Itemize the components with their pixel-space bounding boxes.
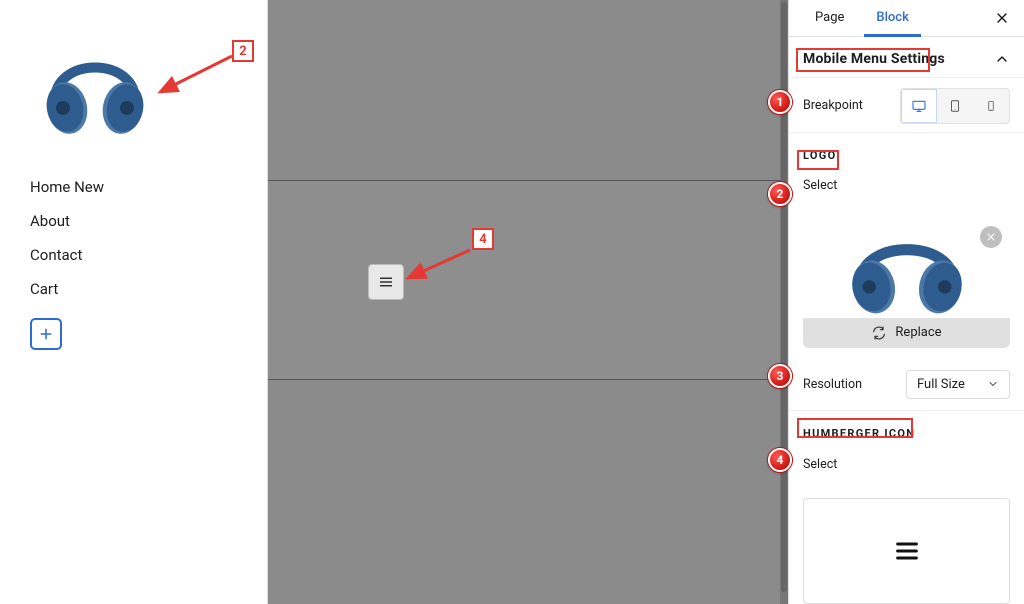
chevron-up-icon <box>994 51 1010 67</box>
close-panel-button[interactable] <box>990 6 1014 30</box>
plus-icon <box>37 325 55 343</box>
logo-preview-large <box>30 24 160 154</box>
add-block-button[interactable] <box>30 318 62 350</box>
menu-item-about[interactable]: About <box>30 212 237 230</box>
hamburger-heading: HUMBERGER ICON <box>789 411 1024 446</box>
hamburger-icon <box>893 537 921 565</box>
accordion-mobile-menu[interactable]: Mobile Menu Settings <box>789 37 1024 78</box>
resolution-label: Resolution <box>803 377 862 392</box>
desktop-icon <box>911 98 927 114</box>
replace-label: Replace <box>895 325 941 340</box>
replace-logo-button[interactable]: Replace <box>803 318 1010 349</box>
mobile-hamburger-button[interactable] <box>368 264 404 300</box>
breakpoint-tablet[interactable] <box>937 89 973 123</box>
mobile-icon <box>985 99 997 113</box>
panel-tabs: Page Block <box>789 0 1024 37</box>
remove-logo-button[interactable] <box>980 226 1002 248</box>
logo-heading: LOGO <box>789 133 1024 168</box>
resolution-select[interactable]: Full Size <box>906 370 1010 399</box>
accordion-title: Mobile Menu Settings <box>803 51 945 67</box>
breakpoint-segmented <box>900 88 1010 124</box>
headphones-icon <box>35 34 155 144</box>
hamburger-select-label: Select <box>803 457 837 472</box>
tablet-icon <box>948 99 962 113</box>
logo-media-preview: Replace <box>803 218 1010 349</box>
menu-item-cart[interactable]: Cart <box>30 280 237 298</box>
tab-page[interactable]: Page <box>799 0 860 36</box>
headphones-icon <box>832 218 982 318</box>
hamburger-icon <box>377 273 395 291</box>
close-icon <box>985 231 997 243</box>
logo-select-label: Select <box>803 178 837 193</box>
breakpoint-desktop[interactable] <box>901 89 937 123</box>
nav-menu-list: Home New About Contact Cart <box>30 178 237 298</box>
editor-sidebar: Home New About Contact Cart <box>0 0 268 604</box>
settings-panel: Page Block Mobile Menu Settings Breakpoi… <box>788 0 1024 604</box>
resolution-value: Full Size <box>917 377 965 392</box>
hamburger-icon-preview[interactable] <box>803 498 1010 604</box>
breakpoint-mobile[interactable] <box>973 89 1009 123</box>
chevron-down-icon <box>987 378 999 390</box>
menu-item-home[interactable]: Home New <box>30 178 237 196</box>
editor-canvas[interactable] <box>268 0 788 604</box>
close-icon <box>994 10 1010 26</box>
breakpoint-section: Breakpoint <box>789 78 1024 133</box>
breakpoint-label: Breakpoint <box>803 98 863 113</box>
menu-item-contact[interactable]: Contact <box>30 246 237 264</box>
canvas-header-band <box>268 180 788 380</box>
logo-image[interactable] <box>803 218 1010 318</box>
replace-icon <box>871 325 887 341</box>
tab-block[interactable]: Block <box>860 0 924 36</box>
canvas-scrollbar[interactable] <box>780 0 788 604</box>
